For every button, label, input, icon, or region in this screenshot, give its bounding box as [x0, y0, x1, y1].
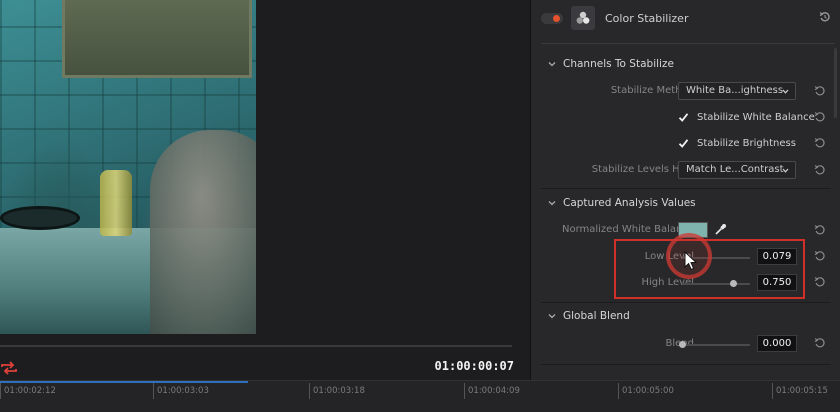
chevron-down-icon — [548, 314, 556, 319]
reset-icon[interactable] — [814, 337, 826, 349]
section-divider — [541, 302, 831, 303]
stabilize-brightness-row[interactable]: Stabilize Brightness — [678, 135, 796, 151]
checkbox-white-balance[interactable] — [678, 112, 689, 123]
chevron-down-icon — [782, 168, 789, 173]
scene-person — [150, 130, 256, 334]
effect-title: Color Stabilizer — [605, 11, 689, 25]
stabilize-white-balance-row[interactable]: Stabilize White Balance — [678, 109, 815, 125]
mouse-cursor-icon — [684, 251, 698, 271]
toggle-dot — [553, 14, 560, 22]
scene-pan — [0, 206, 80, 230]
checkbox-brightness[interactable] — [678, 138, 689, 149]
section-title-label: Global Blend — [563, 310, 630, 322]
stabilize-levels-how-value: Match Le...Contrast — [686, 164, 784, 175]
color-stabilizer-icon — [571, 6, 595, 30]
reset-icon[interactable] — [814, 85, 826, 97]
scene-bottle — [100, 170, 132, 236]
scrub-bar[interactable] — [0, 345, 512, 347]
reset-icon[interactable] — [814, 111, 826, 123]
stabilize-method-value: White Ba...ightness — [686, 85, 784, 96]
checkmark-icon — [678, 138, 689, 148]
inspector-panel: Color Stabilizer Channels To Stabilize S… — [530, 0, 840, 380]
panel-scrollbar[interactable] — [834, 48, 837, 118]
chevron-down-icon — [782, 89, 789, 94]
section-divider — [541, 364, 831, 365]
ruler-tick: 01:00:05:15 — [772, 383, 828, 399]
ruler-tick: 01:00:03:18 — [309, 383, 365, 399]
viewer: 01:00:00:07 — [0, 0, 530, 380]
header-divider — [541, 36, 835, 44]
effect-header: Color Stabilizer — [531, 0, 840, 36]
chevron-down-icon — [548, 62, 556, 67]
checkbox-label: Stabilize Brightness — [697, 137, 796, 149]
loop-icon[interactable] — [0, 360, 18, 376]
section-divider — [541, 188, 831, 189]
scene-cabinet — [62, 0, 252, 78]
reset-icon[interactable] — [814, 164, 826, 176]
blend-value[interactable]: 0.000 — [757, 335, 797, 352]
section-channels-to-stabilize[interactable]: Channels To Stabilize — [547, 56, 674, 72]
normalized-white-balance-label: Normalized White Balance — [561, 224, 694, 235]
checkbox-label: Stabilize White Balance — [697, 111, 815, 123]
eyedropper-icon[interactable] — [714, 223, 727, 236]
ruler-tick: 01:00:03:03 — [153, 383, 209, 399]
chevron-down-icon — [548, 201, 556, 206]
section-title-label: Channels To Stabilize — [563, 58, 674, 70]
ruler-tick: 01:00:02:12 — [0, 383, 56, 399]
stabilize-method-dropdown[interactable]: White Ba...ightness — [678, 82, 796, 100]
checkmark-icon — [678, 112, 689, 122]
stabilize-levels-how-dropdown[interactable]: Match Le...Contrast — [678, 161, 796, 179]
reset-effect-icon[interactable] — [819, 11, 831, 23]
reset-icon[interactable] — [814, 137, 826, 149]
ruler-tick: 01:00:04:09 — [464, 383, 520, 399]
ruler-tick: 01:00:05:00 — [618, 383, 674, 399]
blend-slider-knob[interactable] — [679, 341, 686, 348]
section-title-label: Captured Analysis Values — [563, 197, 696, 209]
effect-enable-toggle[interactable] — [541, 12, 563, 24]
timeline-ruler[interactable]: 01:00:02:12 01:00:03:03 01:00:03:18 01:0… — [0, 380, 840, 412]
reset-icon[interactable] — [814, 224, 826, 236]
reset-icon[interactable] — [814, 250, 826, 262]
video-frame — [0, 0, 256, 334]
timecode-display: 01:00:00:07 — [434, 359, 514, 373]
blend-slider[interactable] — [679, 341, 750, 348]
section-global-blend[interactable]: Global Blend — [547, 308, 630, 324]
section-captured-analysis-values[interactable]: Captured Analysis Values — [547, 195, 696, 211]
reset-icon[interactable] — [814, 276, 826, 288]
